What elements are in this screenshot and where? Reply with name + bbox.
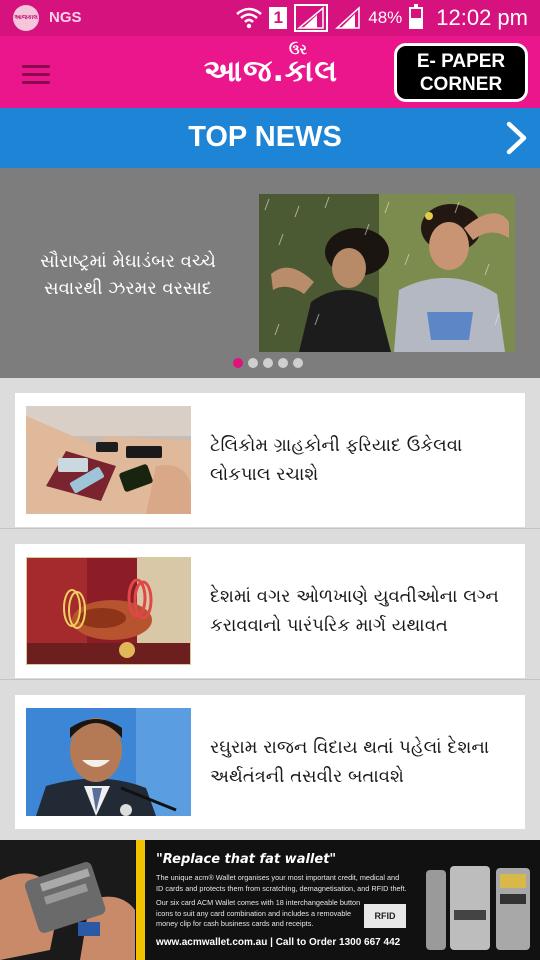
rfid-badge: RFID (364, 904, 406, 928)
wallet-product-image (426, 866, 530, 950)
ad-body-line: The unique acm® Wallet organises your mo… (156, 873, 400, 882)
news-title-line1: દેશમાં વગર ઓળખાણે યુવતીઓના લગ્ન (210, 586, 499, 607)
featured-carousel[interactable]: સૌરાષ્ટ્રમાં મેઘાડંબર વચ્ચે સવારથી ઝરમર … (0, 168, 540, 378)
status-bar: આજકાલ NGS 1 48% 12:02 pm (0, 0, 540, 36)
carousel-image[interactable] (259, 194, 515, 352)
epaper-corner-button[interactable]: E- PAPER CORNER (394, 43, 528, 102)
news-title[interactable]: દેશમાં વગર ઓળખાણે યુવતીઓના લગ્ન કરાવવાનો… (210, 582, 515, 640)
epaper-button-line2: CORNER (419, 74, 503, 95)
app-header: ઉર આજ.કાલ E- PAPER CORNER (0, 36, 540, 108)
news-title-line2: લોકપાલ રચાશે (210, 464, 319, 485)
app-notification-icon: આજકાલ (13, 5, 39, 31)
carousel-dot[interactable] (278, 358, 288, 368)
news-list-item[interactable]: દેશમાં વગર ઓળખાણે યુવતીઓના લગ્ન કરાવવાનો… (15, 544, 525, 678)
ad-banner[interactable]: "Replace that fat wallet" The unique acm… (0, 840, 540, 960)
ad-footer[interactable]: www.acmwallet.com.au | Call to Order 130… (156, 937, 400, 948)
news-thumbnail (26, 708, 191, 816)
top-news-title: TOP NEWS (188, 121, 342, 153)
menu-icon[interactable] (22, 65, 50, 85)
list-divider (0, 679, 540, 680)
carousel-pagination[interactable] (233, 358, 303, 368)
logo-text: આજ.કાલ (203, 54, 339, 89)
chevron-right-icon[interactable] (506, 121, 528, 155)
wedding-hands-image (27, 558, 190, 664)
epaper-button-line1: E- PAPER (416, 51, 506, 72)
news-list-item[interactable]: ટેલિકોમ ગ્રાહકોની ફરિયાદ ઉકેલવા લોકપાલ ર… (15, 393, 525, 527)
app-logo: ઉર આજ.કાલ (192, 42, 350, 102)
carrier-label: NGS (49, 9, 82, 26)
carousel-dot[interactable] (263, 358, 273, 368)
news-title[interactable]: રઘુરામ રાજન વિદાય થતાં પહેલાં દેશના અર્થ… (210, 733, 515, 791)
news-title-line2: અર્થતંત્રની તસવીર બતાવશે (210, 766, 404, 787)
carousel-headline[interactable]: સૌરાષ્ટ્રમાં મેઘાડંબર વચ્ચે સવારથી ઝરમર … (22, 248, 234, 302)
wallet-in-hand-image (0, 840, 135, 960)
wifi-icon (236, 7, 263, 29)
news-thumbnail (26, 406, 191, 514)
carousel-headline-line2: સવારથી ઝરમર વરસાદ (44, 278, 212, 299)
top-news-bar[interactable]: TOP NEWS (0, 108, 540, 168)
news-list-item[interactable]: રઘુરામ રાજન વિદાય થતાં પહેલાં દેશના અર્થ… (15, 695, 525, 829)
news-title-line2: કરાવવાનો પારંપરિક માર્ગ યથાવત (210, 615, 448, 636)
carousel-dot[interactable] (233, 358, 243, 368)
man-at-microphone-image (26, 708, 191, 816)
news-title[interactable]: ટેલિકોમ ગ્રાહકોની ફરિયાદ ઉકેલવા લોકપાલ ર… (210, 431, 515, 489)
status-icons: 1 48% 12:02 pm (236, 2, 528, 34)
news-thumbnail (26, 557, 191, 665)
ad-accent-stripe (136, 840, 145, 960)
hands-with-phones-image (26, 406, 191, 514)
battery-percent: 48% (368, 8, 403, 27)
clock: 12:02 pm (436, 5, 528, 30)
carousel-headline-line1: સૌરાષ્ટ્રમાં મેઘાડંબર વચ્ચે (40, 251, 216, 272)
signal-strength-icon (294, 4, 329, 32)
ad-body-line: ID cards and protects them from scratchi… (156, 883, 407, 893)
signal-strength-icon-2 (335, 6, 360, 29)
news-title-line1: ટેલિકોમ ગ્રાહકોની ફરિયાદ ઉકેલવા (210, 435, 463, 456)
sim-slot-badge: 1 (269, 7, 288, 29)
battery-icon (409, 4, 424, 29)
rain-girls-photo (259, 194, 515, 352)
carousel-dot[interactable] (248, 358, 258, 368)
news-title-line1: રઘુરામ રાજન વિદાય થતાં પહેલાં દેશના (210, 737, 490, 758)
list-divider (0, 528, 540, 529)
carousel-dot[interactable] (293, 358, 303, 368)
ad-headline: "Replace that fat wallet" (156, 852, 337, 867)
